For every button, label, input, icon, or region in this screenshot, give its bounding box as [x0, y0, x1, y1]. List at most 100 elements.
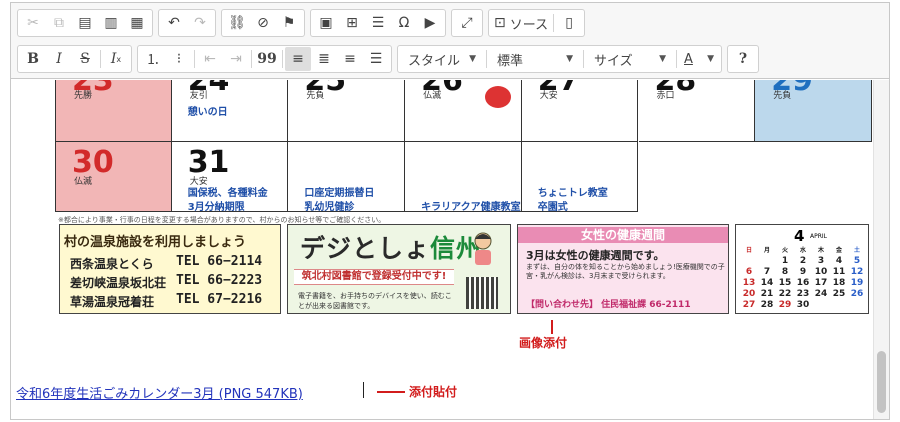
paste-text-icon[interactable]: ▥	[98, 11, 124, 35]
image-icon[interactable]: ▣	[313, 11, 339, 35]
text-caret	[363, 382, 364, 398]
mini-day: 9	[799, 267, 807, 277]
bold-button[interactable]: B	[20, 47, 46, 71]
health-ad: 女性の健康週間 3月は女性の健康週間です。 まずは、自分の体を知ることから始めま…	[517, 224, 729, 314]
person-icon	[474, 232, 492, 265]
horizontal-rule-icon[interactable]: ☰	[365, 11, 391, 35]
blockquote-button[interactable]: 99	[254, 47, 280, 71]
mini-day: 30	[796, 300, 810, 310]
mini-weekday: 日	[745, 247, 752, 254]
align-left-icon[interactable]: ≡	[285, 47, 311, 71]
toolbar-row-1: ✂ ⧉ ▤ ▥ ▦ ↶ ↷ ⛓ ⊘ ⚑ ▣ ⊞ ☰ Ω ▶ ⤢ ⊡ ソース ▯	[17, 8, 590, 38]
editor-content[interactable]: 23 先勝 24 友引 憩いの日 25 先負 26 仏滅 27 大安 28 赤口 29 先負 30 仏滅 31 大安…	[11, 80, 873, 419]
align-right-icon[interactable]: ≡	[337, 47, 363, 71]
numbered-list-icon[interactable]: ⒈	[140, 47, 166, 71]
mini-weekday: 木	[817, 247, 824, 254]
mini-day: 3	[817, 256, 825, 266]
bulleted-list-icon[interactable]: ⁝	[166, 47, 192, 71]
health-ad-body: まずは、自分の体を知ることから始めましょう!医療機関での子宮・乳がん検診は、3月…	[526, 263, 725, 280]
remove-format-button[interactable]: Ix	[103, 47, 129, 71]
day-rokuyo: 大安	[539, 91, 558, 101]
day-event: キラリアクア健康教室	[421, 202, 521, 213]
separator	[194, 50, 195, 68]
calendar-day-cell: 29 先負	[755, 80, 872, 142]
onsen-tel: TEL 67−2216	[176, 292, 263, 307]
calendar-day-cell: 27 大安	[521, 80, 639, 142]
paste-word-icon[interactable]: ▦	[124, 11, 150, 35]
chevron-down-icon: ▼	[469, 54, 476, 64]
mini-day: 23	[796, 289, 810, 299]
separator	[676, 50, 677, 68]
library-bar: 筑北村図書館で登録受付中です!	[294, 269, 454, 285]
scrollbar-thumb[interactable]	[877, 351, 886, 413]
calendar-day-cell: キラリアクア健康教室	[405, 142, 522, 213]
day-event: 憩いの日	[187, 107, 228, 118]
source-button[interactable]: ⊡ ソース	[491, 11, 551, 35]
chevron-down-icon: ▼	[659, 54, 666, 64]
mini-day: 26	[850, 289, 864, 299]
onsen-ad-heading: 村の温泉施設を利用しましょう	[64, 235, 247, 250]
image-attach-annotation: 画像添付	[519, 336, 568, 350]
size-dropdown[interactable]: サイズ ▼	[586, 47, 674, 71]
anchor-icon[interactable]: ⚑	[276, 11, 302, 35]
template-icon[interactable]: ▯	[556, 11, 582, 35]
copy-icon[interactable]: ⧉	[46, 11, 72, 35]
table-icon[interactable]: ⊞	[339, 11, 365, 35]
qr-code-icon	[466, 277, 498, 309]
mini-day	[812, 300, 830, 311]
onsen-ad: 村の温泉施設を利用しましょう 西条温泉とくら TEL 66−2114 差切峡温泉…	[59, 224, 281, 314]
italic-button[interactable]: I	[46, 47, 72, 71]
day-event: 口座定期振替日	[304, 188, 375, 199]
maximize-group: ⤢	[451, 9, 483, 37]
onsen-tel: TEL 66−2223	[176, 273, 263, 288]
separator	[583, 50, 584, 68]
unlink-icon[interactable]: ⊘	[250, 11, 276, 35]
align-justify-icon[interactable]: ☰	[363, 47, 389, 71]
mini-weekday: 月	[763, 247, 770, 254]
outdent-icon[interactable]: ⇤	[197, 47, 223, 71]
link-icon[interactable]: ⛓	[224, 11, 250, 35]
help-button[interactable]: ?	[730, 47, 756, 71]
mini-weekday: 土	[853, 247, 860, 254]
mini-calendar-month: 4	[794, 227, 805, 245]
day-event: 卒園式	[537, 202, 568, 213]
insert-group: ▣ ⊞ ☰ Ω ▶	[310, 9, 446, 37]
indent-icon[interactable]: ⇥	[223, 47, 249, 71]
mini-day: 21	[760, 289, 774, 299]
day-rokuyo: 大安	[189, 177, 208, 187]
mini-day: 8	[781, 267, 789, 277]
chevron-down-icon: ▼	[566, 54, 573, 64]
strike-button[interactable]: S	[72, 47, 98, 71]
library-logo: デジとしょ信州	[300, 234, 483, 263]
day-event: ちょこトレ教室	[537, 188, 608, 199]
calendar-grid: 23 先勝 24 友引 憩いの日 25 先負 26 仏滅 27 大安 28 赤口 29 先負 30 仏滅 31 大安…	[54, 80, 872, 213]
calendar-day-cell: 口座定期振替日 乳幼児健診	[288, 142, 406, 213]
redo-icon[interactable]: ↷	[187, 11, 213, 35]
day-rokuyo: 仏滅	[74, 177, 93, 187]
chevron-down-icon: ▼	[707, 54, 714, 64]
youtube-icon[interactable]: ▶	[417, 11, 443, 35]
calendar-day-cell: 30 仏滅	[55, 142, 172, 212]
mini-day: 28	[760, 300, 774, 310]
undo-icon[interactable]: ↶	[161, 11, 187, 35]
styles-group: スタイル ▼ 標準 ▼ サイズ ▼ A ▼	[397, 45, 722, 73]
attachment-link[interactable]: 令和6年度生活ごみカレンダー3月 (PNG 547KB)	[16, 383, 303, 402]
format-dropdown[interactable]: 標準 ▼	[489, 47, 581, 71]
cut-icon[interactable]: ✂	[20, 11, 46, 35]
maximize-icon[interactable]: ⤢	[454, 11, 480, 35]
onsen-name: 差切峡温泉坂北荘	[70, 276, 167, 290]
vertical-scrollbar[interactable]	[873, 80, 889, 419]
clipboard-group: ✂ ⧉ ▤ ▥ ▦	[17, 9, 153, 37]
style-dropdown[interactable]: スタイル ▼	[400, 47, 484, 71]
day-event: 3月分納期限	[187, 202, 245, 213]
health-ad-title: 3月は女性の健康週間です。	[526, 249, 665, 262]
mini-day: 22	[778, 289, 792, 299]
align-center-icon[interactable]: ≣	[311, 47, 337, 71]
paste-icon[interactable]: ▤	[72, 11, 98, 35]
mini-day: 14	[760, 278, 774, 288]
separator	[553, 14, 555, 32]
text-color-button[interactable]: A ▼	[679, 47, 719, 71]
health-ad-contact: 【問い合わせ先】 住民福祉課 66-2111	[526, 300, 691, 310]
special-char-icon[interactable]: Ω	[391, 11, 417, 35]
day-event: 乳幼児健診	[304, 202, 355, 213]
